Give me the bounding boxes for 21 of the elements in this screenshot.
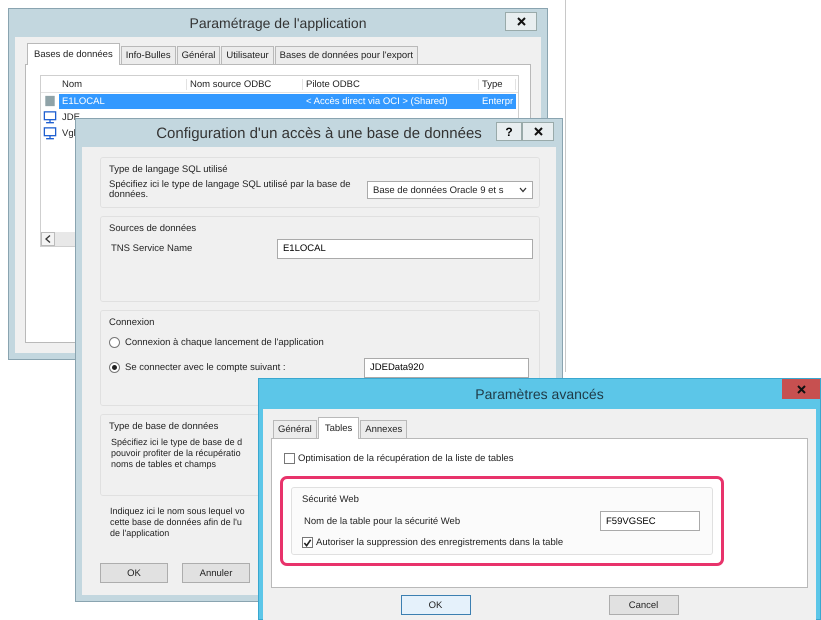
description-text: pouvoir profiter de la récupératio	[111, 448, 241, 459]
group-label: Type de langage SQL utilisé	[109, 164, 228, 175]
window-title: Configuration d'un accès à une base de données	[156, 124, 482, 142]
field-label: Nom de la table pour la sécurité Web	[303, 516, 462, 526]
table-cell: < Accès direct via OCI > (Shared)	[306, 96, 448, 106]
group-label: Sources de données	[109, 222, 196, 234]
description-text: Spécifiez ici le type de base de d	[111, 436, 242, 448]
window-title: Paramétrage de l'application	[189, 15, 366, 31]
group-label: Connexion	[109, 316, 154, 328]
field-label: TNS Service Name	[110, 243, 194, 254]
window-title: Paramètres avancés	[475, 386, 604, 402]
description-text: Spécifiez ici le type de langage SQL utilisé par la base de données.	[109, 180, 352, 201]
note-text: de l'application	[110, 528, 170, 539]
table-cell: Vgl	[62, 128, 76, 138]
note-text: Indiquez ici le nom sous lequel vo	[110, 506, 245, 517]
description-text: noms de tables et champs	[111, 458, 216, 470]
table-cell: E1LOCAL	[62, 96, 105, 106]
table-cell: Enterpr	[482, 96, 514, 106]
note-text: cette base de données afin de l'u	[110, 516, 242, 528]
group-label: Type de base de données	[109, 420, 218, 432]
group-label: Sécurité Web	[302, 494, 359, 505]
